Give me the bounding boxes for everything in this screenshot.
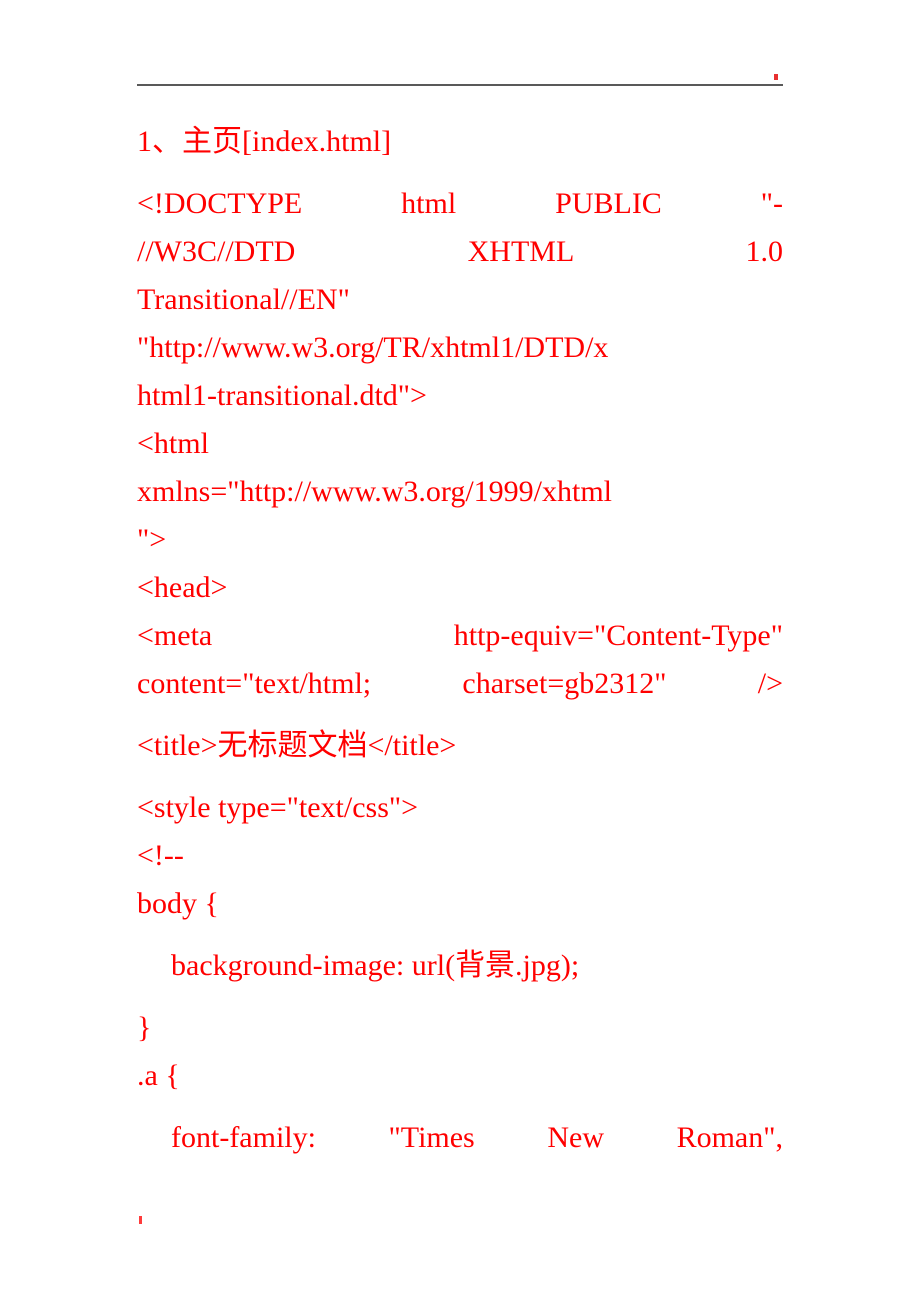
document-page: 1、主页[index.html] <!DOCTYPE html PUBLIC "… (0, 0, 920, 1302)
code-line: content="text/html; charset=gb2312" /> (137, 667, 783, 700)
code-line: background-image: url(背景.jpg); (171, 949, 580, 982)
code-line: html1-transitional.dtd"> (137, 379, 427, 412)
code-line: } (137, 1011, 152, 1044)
code-line: <!-- (137, 839, 184, 872)
code-line: <title>无标题文档</title> (137, 729, 457, 762)
code-line: <head> (137, 571, 228, 604)
code-line: font-family: "Times New Roman", (171, 1121, 783, 1154)
document-text-column: 1、主页[index.html] <!DOCTYPE html PUBLIC "… (137, 118, 783, 1162)
code-line: body { (137, 887, 219, 920)
code-line: <meta http-equiv="Content-Type" (137, 619, 783, 652)
section-heading: 1、主页[index.html] (137, 125, 392, 158)
code-line: <style type="text/css"> (137, 791, 419, 824)
header-rule-divider (137, 84, 783, 86)
code-line: <!DOCTYPE html PUBLIC "- (137, 187, 783, 220)
code-line: xmlns="http://www.w3.org/1999/xhtml (137, 475, 613, 508)
code-line: "> (137, 523, 167, 556)
code-listing: <!DOCTYPE html PUBLIC "- //W3C//DTD XHTML… (137, 180, 783, 1162)
code-line: "http://www.w3.org/TR/xhtml1/DTD/x (137, 331, 609, 364)
code-line: //W3C//DTD XHTML 1.0 (137, 235, 783, 268)
code-line: Transitional//EN" (137, 283, 350, 316)
code-line: .a { (137, 1059, 180, 1092)
footer-red-mark-icon (139, 1216, 142, 1224)
header-red-mark-icon (774, 74, 778, 80)
code-line: <html (137, 427, 209, 460)
page-header (0, 0, 920, 100)
